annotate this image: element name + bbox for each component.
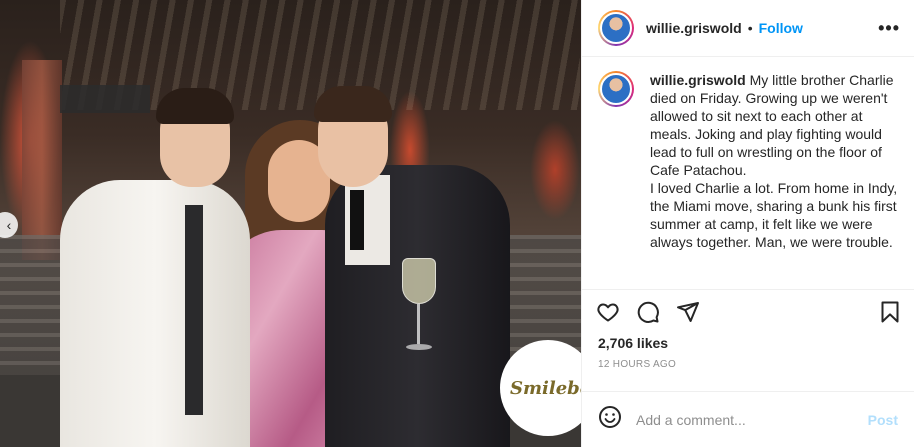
person-left [60, 180, 250, 447]
post-header: willie.griswold • Follow ••• [582, 0, 914, 57]
action-bar [582, 289, 914, 333]
caption-text: willie.griswold My little brother Charli… [650, 71, 898, 289]
avatar[interactable] [598, 10, 634, 46]
person-right [350, 190, 364, 250]
photo-backdrop [60, 85, 150, 113]
author-username[interactable]: willie.griswold [646, 20, 742, 36]
post-dialog: Smilebooth ‹ willie.griswold • Follow ••… [0, 0, 914, 447]
more-options-icon[interactable]: ••• [878, 18, 900, 39]
separator-dot: • [747, 20, 753, 36]
chevron-left-icon: ‹ [6, 217, 12, 233]
post-photo[interactable]: Smilebooth ‹ [0, 0, 581, 447]
post-sidebar: willie.griswold • Follow ••• willie.gris… [581, 0, 914, 447]
person-left [185, 205, 203, 415]
emoji-icon[interactable] [598, 405, 622, 434]
share-icon[interactable] [676, 300, 700, 324]
caption-username[interactable]: willie.griswold [650, 72, 746, 88]
caption: willie.griswold My little brother Charli… [582, 57, 914, 289]
bookmark-icon[interactable] [878, 300, 902, 324]
photo-backdrop [530, 120, 580, 220]
follow-button[interactable]: Follow [759, 20, 803, 36]
comment-input[interactable] [636, 411, 868, 428]
likes-count[interactable]: 2,706 likes [582, 333, 914, 353]
comment-form: Post [582, 391, 914, 447]
avatar[interactable] [598, 71, 634, 107]
wine-glass [402, 258, 436, 353]
post-comment-button[interactable]: Post [868, 412, 898, 428]
comment-icon[interactable] [636, 300, 660, 324]
photo-backdrop [22, 60, 62, 260]
post-timestamp[interactable]: 12 HOURS AGO [582, 359, 914, 373]
person-left [156, 88, 234, 124]
person-right [314, 86, 392, 122]
watermark-text: Smilebooth [510, 377, 581, 399]
heart-icon[interactable] [596, 300, 620, 324]
caption-paragraph: I loved Charlie a lot. From home in Indy… [650, 180, 898, 250]
